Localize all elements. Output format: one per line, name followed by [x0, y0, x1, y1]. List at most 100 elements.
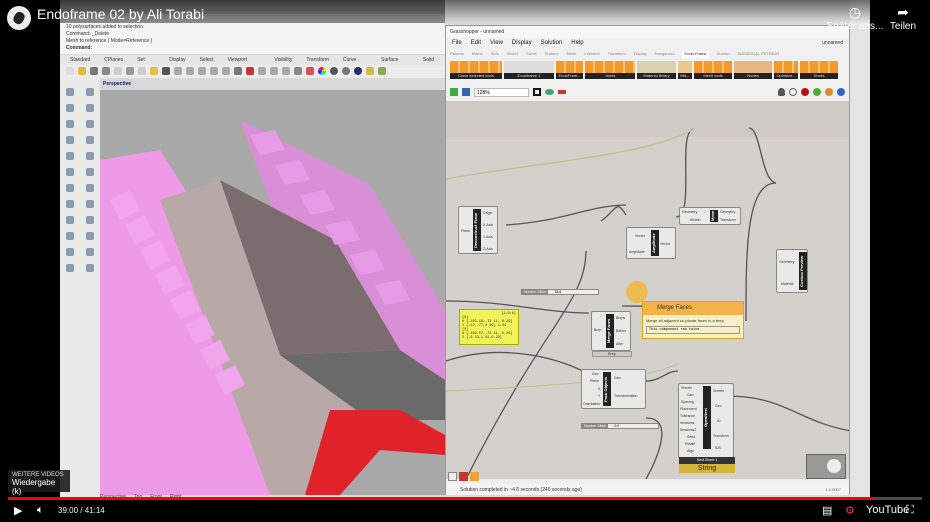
scale-icon[interactable]: [86, 216, 94, 224]
cluster-icon[interactable]: [459, 472, 468, 481]
ribbon-group[interactable]: Material library: [637, 61, 676, 81]
fillet-icon[interactable]: [66, 184, 74, 192]
output-transformation[interactable]: Transformation: [614, 394, 637, 398]
component-move[interactable]: Geometry Motion Move Geometry Transform: [679, 207, 741, 225]
input-sheets[interactable]: Sheets: [681, 386, 692, 390]
settings-hd-icon[interactable]: ⚙: [845, 504, 855, 517]
ribbon-group[interactable]: Shells: [800, 61, 838, 81]
import-icon[interactable]: [114, 67, 122, 75]
input-plane[interactable]: Plane: [461, 229, 470, 233]
input-geometry[interactable]: Geometry: [779, 260, 794, 264]
split-icon[interactable]: [66, 248, 74, 256]
panel-points[interactable]: {1;0;0} {0} 0 {-283.16,-73.11,-0.29} 1 {…: [459, 309, 519, 345]
output-transform[interactable]: Transform: [713, 434, 729, 438]
sketch-pen-icon[interactable]: [558, 90, 566, 94]
input-spacing[interactable]: Spacing: [681, 400, 694, 404]
tab-transform[interactable]: Transform: [306, 55, 329, 65]
output-id[interactable]: ID: [717, 419, 721, 423]
color-wheel-icon[interactable]: [318, 67, 326, 75]
gh-tab-intersect[interactable]: Intersect: [584, 51, 599, 58]
input-motion[interactable]: Motion: [690, 218, 701, 222]
boolean-icon[interactable]: [86, 184, 94, 192]
number-slider-pack[interactable]: Number Slider 0.0: [581, 423, 659, 429]
material-icon[interactable]: [306, 67, 314, 75]
component-opennest[interactable]: Sheets Geo Spacing Placement Tolerance I…: [678, 383, 735, 473]
watch-later-button[interactable]: ◷ Später ans...: [825, 4, 885, 32]
gh-tab-individual-retreat[interactable]: INDIVIDUAL RETREAT: [738, 51, 780, 58]
input-placement[interactable]: Placement: [680, 407, 697, 411]
paste-icon[interactable]: [150, 67, 158, 75]
input-iterations2[interactable]: Iterations2: [680, 428, 696, 432]
component-deconstruct-plane[interactable]: Plane Deconstruct Plane Origin X-Axis Y-…: [458, 206, 498, 254]
viewport-label[interactable]: Perspective: [100, 80, 135, 88]
output-transform[interactable]: Transform: [720, 218, 736, 222]
viewport-icon[interactable]: [234, 67, 242, 75]
share-button[interactable]: ➦ Teilen: [885, 4, 921, 32]
undo-icon[interactable]: [162, 67, 170, 75]
menu-view[interactable]: View: [490, 40, 503, 47]
tab-viewport-layout[interactable]: Viewport Layout: [228, 55, 261, 73]
preview-mesh-icon[interactable]: [813, 88, 821, 96]
gh-tab-endo-frame[interactable]: Endo-Frame: [682, 51, 709, 58]
rotate-icon[interactable]: [186, 67, 194, 75]
output-after[interactable]: After: [616, 342, 623, 346]
tab-select[interactable]: Select: [200, 55, 214, 65]
tab-set-view[interactable]: Set View: [137, 55, 155, 73]
tab-standard[interactable]: Standard: [70, 55, 90, 65]
ribbon-group[interactable]: Close selected tools: [450, 61, 502, 81]
save-icon[interactable]: [90, 67, 98, 75]
script-icon[interactable]: [470, 472, 479, 481]
output-origin[interactable]: Origin: [483, 211, 492, 215]
mesh-icon[interactable]: [86, 168, 94, 176]
layer-icon[interactable]: [246, 67, 254, 75]
input-plane[interactable]: Plane: [590, 379, 599, 383]
input-x[interactable]: X: [598, 387, 600, 391]
input-geo[interactable]: Geo: [687, 393, 694, 397]
circle-icon[interactable]: [66, 120, 74, 128]
gh-tab-mesh[interactable]: Mesh: [567, 51, 577, 58]
lock-icon[interactable]: [294, 67, 302, 75]
video-title[interactable]: Endoframe 02 by Ali Torabi: [37, 7, 204, 22]
play-icon[interactable]: ▶: [14, 504, 22, 517]
ribbon-group[interactable]: Optimize...: [774, 61, 798, 81]
preview-component[interactable]: [806, 454, 846, 479]
subtitles-icon[interactable]: ▤: [822, 504, 832, 517]
point-icon[interactable]: [86, 88, 94, 96]
pan-icon[interactable]: [174, 67, 182, 75]
gh-tab-params[interactable]: Params: [450, 51, 464, 58]
bell-icon[interactable]: [778, 88, 785, 96]
rectangle-icon[interactable]: [86, 136, 94, 144]
gh-tab-vector[interactable]: Vector: [507, 51, 518, 58]
output-geometry[interactable]: Geometry: [720, 210, 735, 214]
zoom-window-icon[interactable]: [210, 67, 218, 75]
globe-icon[interactable]: [837, 88, 845, 96]
rendered-sphere-icon[interactable]: [354, 67, 362, 75]
tab-surface-tools[interactable]: Surface Tools: [381, 55, 409, 73]
copy-icon[interactable]: [138, 67, 146, 75]
output-breps[interactable]: Breps: [616, 316, 625, 320]
tab-visibility[interactable]: Visibility: [274, 55, 292, 65]
input-y[interactable]: Y: [598, 394, 600, 398]
copy-tool-icon[interactable]: [86, 200, 94, 208]
explode-icon[interactable]: [66, 264, 74, 272]
output-x-axis[interactable]: X-Axis: [483, 223, 493, 227]
output-geo[interactable]: Geo: [614, 376, 621, 380]
shaded-sphere-icon[interactable]: [342, 67, 350, 75]
line-icon[interactable]: [66, 104, 74, 112]
osnap-icon[interactable]: [270, 67, 278, 75]
menu-edit[interactable]: Edit: [471, 40, 481, 47]
open-file-icon[interactable]: [450, 88, 458, 96]
gh-tab-sets[interactable]: Sets: [491, 51, 499, 58]
save-file-icon[interactable]: [462, 88, 470, 96]
tab-curve-tools[interactable]: Curve Tools: [343, 55, 367, 73]
zoom-extents-icon[interactable]: [533, 88, 541, 96]
new-icon[interactable]: [66, 67, 74, 75]
surface-icon[interactable]: [66, 152, 74, 160]
arc-icon[interactable]: [86, 120, 94, 128]
number-slider-amplitude[interactable]: Number Slider 18.6: [521, 289, 599, 295]
gh-tab-kangaroo2[interactable]: Kangaroo2: [655, 51, 675, 58]
render-preview-icon[interactable]: [801, 88, 809, 96]
output-ids[interactable]: IDS: [715, 446, 721, 450]
join-icon[interactable]: [86, 248, 94, 256]
ribbon-group[interactable]: Mesh tools: [694, 61, 732, 81]
